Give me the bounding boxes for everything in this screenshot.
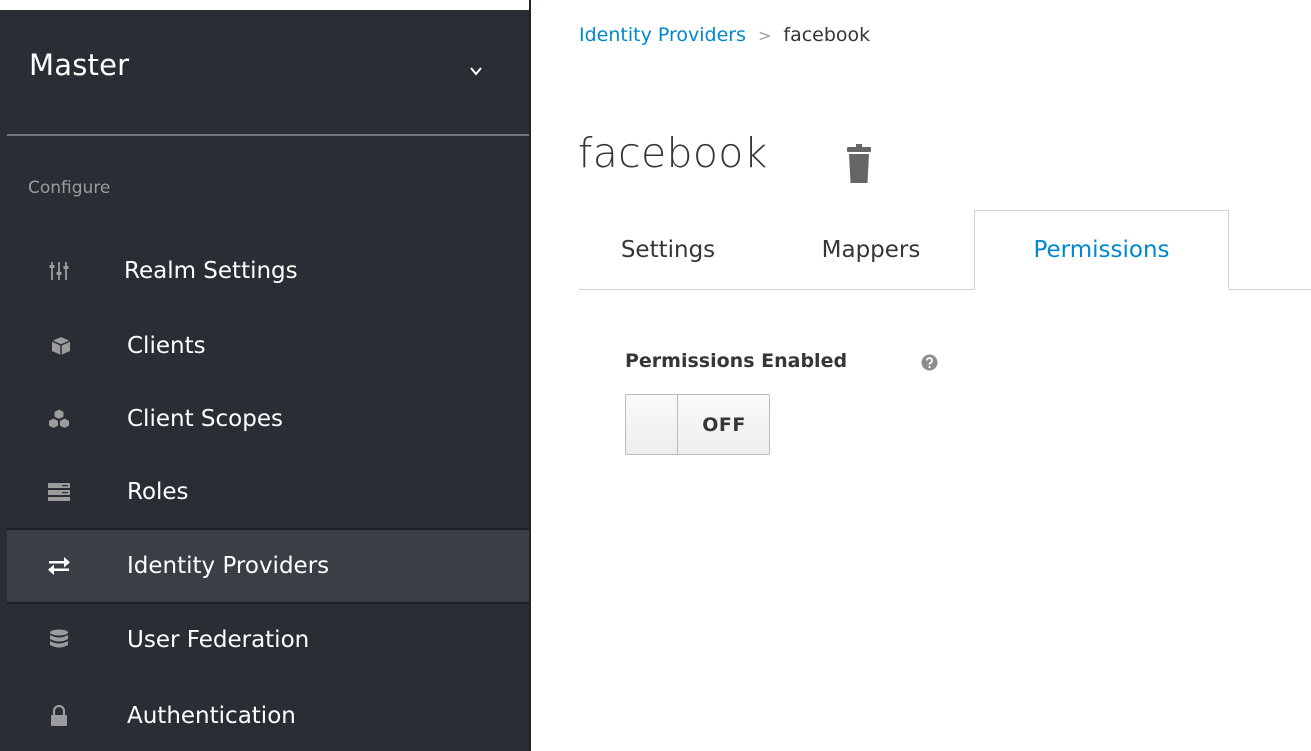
breadcrumb-link-identity-providers[interactable]: Identity Providers <box>579 24 746 46</box>
trash-icon[interactable] <box>844 138 874 184</box>
sidebar: Master Configure Realm Settings Clients … <box>0 0 531 751</box>
sidebar-item-label: Identity Providers <box>127 553 330 579</box>
tab-label: Mappers <box>821 237 921 263</box>
sidebar-item-label: Client Scopes <box>127 406 283 432</box>
realm-divider <box>7 134 529 136</box>
sidebar-item-label: User Federation <box>127 627 310 653</box>
breadcrumb: Identity Providers > facebook <box>579 24 870 46</box>
tab-label: Permissions <box>1033 237 1170 263</box>
lock-icon <box>47 704 71 728</box>
chevron-down-icon <box>470 67 482 76</box>
sidebar-item-label: Roles <box>127 479 189 505</box>
realm-selector[interactable]: Master <box>7 10 529 134</box>
realm-name: Master <box>29 48 130 82</box>
toggle-state-label: OFF <box>678 395 769 454</box>
sidebar-item-realm-settings[interactable]: Realm Settings <box>7 235 529 307</box>
toggle-handle <box>626 395 678 454</box>
sidebar-item-client-scopes[interactable]: Client Scopes <box>7 383 529 455</box>
breadcrumb-current: facebook <box>783 24 871 46</box>
database-icon <box>47 628 71 652</box>
permissions-enabled-label: Permissions Enabled <box>625 350 848 372</box>
sidebar-item-user-federation[interactable]: User Federation <box>7 604 529 676</box>
sidebar-item-authentication[interactable]: Authentication <box>7 680 529 751</box>
permissions-enabled-toggle[interactable]: OFF <box>625 394 770 455</box>
breadcrumb-separator: > <box>757 26 772 45</box>
cubes-icon <box>47 407 71 431</box>
tab-permissions[interactable]: Permissions <box>974 210 1229 290</box>
sidebar-item-label: Authentication <box>127 703 296 729</box>
sliders-icon <box>47 259 71 283</box>
sidebar-item-identity-providers[interactable]: Identity Providers <box>7 528 529 604</box>
cube-icon <box>49 334 73 358</box>
sidebar-item-label: Clients <box>127 333 206 359</box>
main-content: Identity Providers > facebook facebook Set… <box>531 0 1311 751</box>
tab-settings[interactable]: Settings <box>579 210 757 290</box>
tab-label: Settings <box>620 237 716 263</box>
sidebar-top-strip <box>0 0 531 10</box>
page-title: facebook <box>578 129 768 177</box>
section-label-configure: Configure <box>28 178 111 198</box>
question-circle-icon[interactable] <box>921 354 938 371</box>
sidebar-item-roles[interactable]: Roles <box>7 456 529 528</box>
server-icon <box>47 480 71 504</box>
sidebar-item-label: Realm Settings <box>124 258 298 284</box>
sidebar-item-clients[interactable]: Clients <box>7 310 529 382</box>
exchange-icon <box>47 554 71 578</box>
tab-mappers[interactable]: Mappers <box>786 210 956 290</box>
